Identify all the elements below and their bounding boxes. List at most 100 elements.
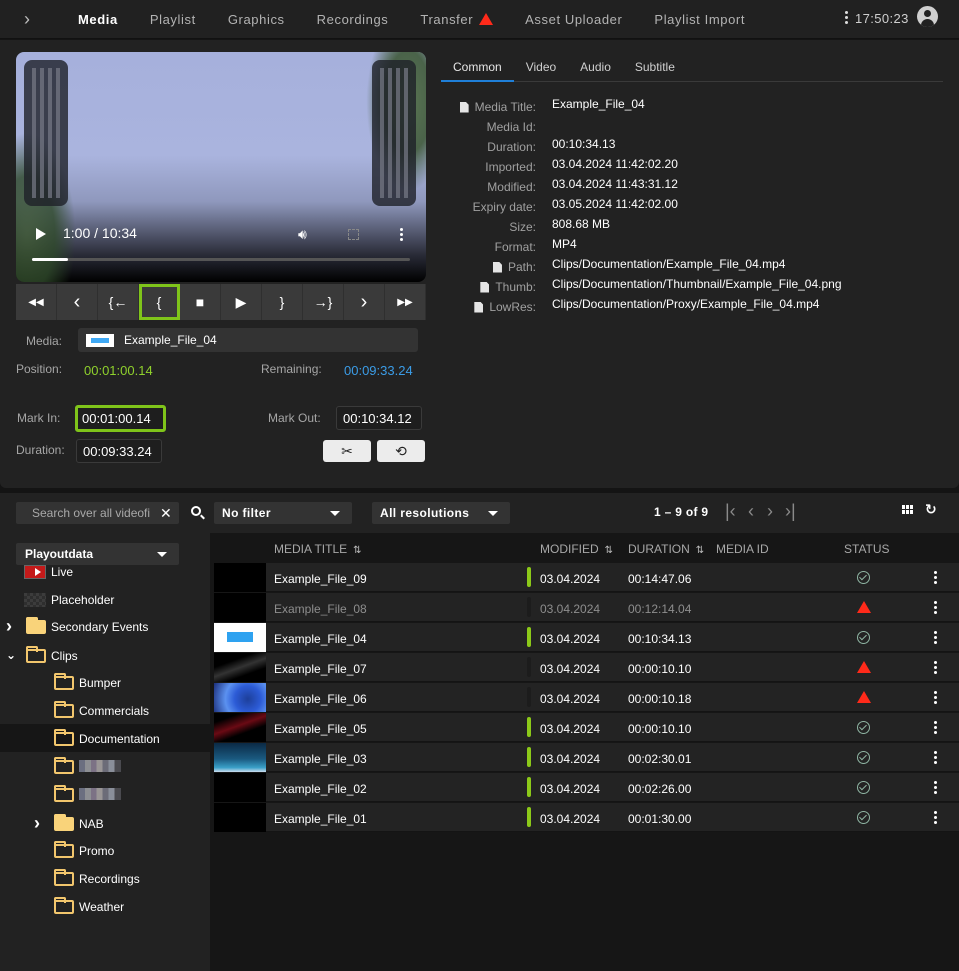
row-more-icon[interactable] [934,691,938,705]
last-page-icon[interactable]: ›| [785,501,796,522]
row-more-icon[interactable] [934,661,938,675]
column-media-id[interactable]: MEDIA ID [716,542,769,556]
tab-asset-uploader[interactable]: Asset Uploader [509,0,638,38]
sort-icon[interactable]: ⇅ [353,545,361,556]
table-row[interactable]: Example_File_02 03.04.2024 00:02:26.00 [214,773,959,802]
column-media-title[interactable]: MEDIA TITLE ⇅ [274,542,362,556]
tab-playlist[interactable]: Playlist [134,0,212,38]
trim-handle-right[interactable] [372,60,416,206]
tree-item[interactable]: Commercials [0,696,210,724]
first-page-icon[interactable]: |‹ [725,501,736,522]
fast-forward-button[interactable]: ▶▶ [385,284,426,320]
search-input[interactable] [32,506,156,520]
tree-item[interactable] [0,780,210,808]
row-title: Example_File_01 [274,812,367,826]
tree-item[interactable]: Weather [0,892,210,920]
resolution-dropdown[interactable]: All resolutions [372,502,510,524]
placeholder-icon [24,593,46,607]
stop-button[interactable]: ■ [180,284,221,320]
tree-item[interactable] [0,752,210,780]
row-modified: 03.04.2024 [540,752,601,766]
sort-icon[interactable]: ⇅ [605,545,613,556]
tab-playlist-import[interactable]: Playlist Import [638,0,761,38]
tab-recordings[interactable]: Recordings [301,0,405,38]
row-more-icon[interactable] [934,571,938,585]
tree-item[interactable]: Promo [0,836,210,864]
refresh-icon[interactable]: ↻ [925,501,937,518]
mark-in-field[interactable]: 00:01:00.14 [75,405,166,432]
set-mark-in-button[interactable]: { [139,284,180,320]
chevron-right-icon[interactable]: › [34,813,40,834]
step-back-button[interactable]: ‹ [57,284,98,320]
mark-out-field[interactable]: 00:10:34.12 [336,406,422,430]
table-row[interactable]: Example_File_07 03.04.2024 00:00:10.10 [214,653,959,682]
table-row[interactable]: Example_File_01 03.04.2024 00:01:30.00 [214,803,959,832]
tree-item[interactable]: Live [0,557,210,585]
seek-bar[interactable] [32,258,410,261]
info-tab-common[interactable]: Common [441,52,514,82]
table-row[interactable]: Example_File_08 03.04.2024 00:12:14.04 [214,593,959,622]
volume-icon[interactable]: 🔊︎ [298,226,314,242]
tree-item[interactable]: › NAB [0,809,210,837]
row-more-icon[interactable] [934,601,938,615]
row-more-icon[interactable] [934,751,938,765]
filter-dropdown[interactable]: No filter [214,502,352,524]
step-forward-button[interactable]: › [344,284,385,320]
play-button[interactable]: ▶ [221,284,262,320]
fast-rewind-button[interactable]: ◀◀ [16,284,57,320]
row-title: Example_File_05 [274,722,367,736]
tree-item[interactable]: › Secondary Events [0,612,210,640]
tree-item[interactable]: Documentation [0,724,210,752]
tree-item[interactable]: Bumper [0,668,210,696]
row-modified: 03.04.2024 [540,782,601,796]
clear-icon[interactable]: ✕ [160,505,172,522]
row-more-icon[interactable] [934,811,938,825]
grid-view-icon[interactable] [902,505,913,514]
chevron-right-icon[interactable]: › [24,9,40,29]
trim-handle-left[interactable] [24,60,68,206]
tab-media[interactable]: Media [62,0,134,38]
goto-mark-in-icon: {← [108,294,128,310]
tab-transfer[interactable]: Transfer [404,0,509,38]
account-avatar-icon[interactable] [917,6,938,27]
column-duration[interactable]: DURATION ⇅ [628,542,704,556]
tree-item[interactable]: Recordings [0,864,210,892]
info-tab-video[interactable]: Video [514,52,568,81]
table-row[interactable]: Example_File_04 03.04.2024 00:10:34.13 [214,623,959,652]
duration-field[interactable]: 00:09:33.24 [76,439,162,463]
tab-label: Graphics [227,11,285,27]
row-thumbnail [214,623,266,652]
table-row[interactable]: Example_File_09 03.04.2024 00:14:47.06 [214,563,959,592]
goto-mark-out-button[interactable]: →} [303,284,344,320]
folder-tree: Playoutdata Live Placeholder › Secondary Ev… [0,543,210,971]
set-mark-out-button[interactable]: } [262,284,303,320]
table-row[interactable]: Example_File_05 03.04.2024 00:00:10.10 [214,713,959,742]
tab-graphics[interactable]: Graphics [212,0,301,38]
sort-icon[interactable]: ⇅ [696,545,704,556]
chevron-right-icon[interactable]: › [6,616,12,637]
tree-item-label: Placeholder [51,593,115,607]
goto-mark-in-button[interactable]: {← [98,284,139,320]
column-modified[interactable]: MODIFIED ⇅ [540,542,613,556]
video-player[interactable]: 1:00 / 10:34 🔊︎ [16,52,426,282]
tree-item[interactable]: ⌄ Clips [0,641,210,669]
info-tab-subtitle[interactable]: Subtitle [623,52,687,81]
chevron-down-icon[interactable]: ⌄ [6,648,16,662]
table-row[interactable]: Example_File_06 03.04.2024 00:00:10.18 [214,683,959,712]
table-row[interactable]: Example_File_03 03.04.2024 00:02:30.01 [214,743,959,772]
play-icon[interactable] [36,228,46,240]
tree-item[interactable]: Placeholder [0,585,210,613]
row-more-icon[interactable] [934,781,938,795]
more-vert-icon[interactable] [843,10,849,26]
prev-page-icon[interactable]: ‹ [748,501,754,522]
search-icon[interactable] [191,506,201,516]
next-page-icon[interactable]: › [767,501,773,522]
row-more-icon[interactable] [934,631,938,645]
column-status[interactable]: STATUS [844,542,890,556]
player-more-icon[interactable] [400,228,404,242]
row-more-icon[interactable] [934,721,938,735]
fullscreen-icon[interactable] [348,229,359,240]
cut-button[interactable]: ✂ [323,440,371,462]
reset-button[interactable]: ⟲ [377,440,425,462]
info-tab-audio[interactable]: Audio [568,52,623,81]
